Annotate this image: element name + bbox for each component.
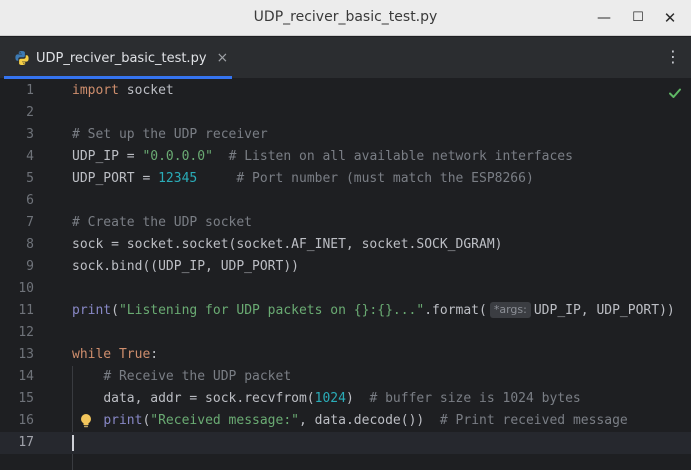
code-line-14[interactable]: 14 # Receive the UDP packet	[0, 366, 691, 388]
parameter-hint: *args:	[489, 302, 531, 318]
code-token: # Set up the UDP receiver	[72, 127, 268, 142]
code-token: while	[72, 347, 112, 362]
tab-close-icon[interactable]: ×	[217, 50, 229, 66]
code-text: print("Received message:", data.decode()…	[72, 410, 628, 432]
code-line-9[interactable]: 9 sock.bind((UDP_IP, UDP_PORT))	[0, 256, 691, 278]
code-token: )	[345, 391, 370, 406]
window-title: UDP_reciver_basic_test.py	[253, 9, 438, 25]
code-line-2[interactable]: 2	[0, 102, 691, 124]
lightbulb-icon[interactable]	[80, 413, 92, 429]
code-text: # Receive the UDP packet	[72, 366, 291, 388]
code-text: import socket	[72, 80, 174, 102]
code-line-11[interactable]: 11 print("Listening for UDP packets on {}…	[0, 300, 691, 322]
code-token: UDP_IP, UDP_PORT))	[533, 303, 675, 318]
line-number: 4	[26, 149, 34, 164]
code-token: data, addr = sock.recvfrom(	[103, 391, 315, 406]
line-number: 3	[26, 127, 34, 142]
code-line-1[interactable]: 1 import socket	[0, 80, 691, 102]
code-line-15[interactable]: 15 data, addr = sock.recvfrom(1024) # bu…	[0, 388, 691, 410]
code-token: # Create the UDP socket	[72, 215, 253, 230]
line-number: 5	[26, 171, 34, 186]
line-number: 14	[18, 369, 34, 384]
code-text: data, addr = sock.recvfrom(1024) # buffe…	[72, 388, 581, 410]
code-line-10[interactable]: 10	[0, 278, 691, 300]
line-number: 7	[26, 215, 34, 230]
code-token: "Received message:"	[150, 413, 299, 428]
code-token: import	[72, 83, 119, 98]
code-token: .format(	[424, 303, 487, 318]
code-token: 1024	[314, 391, 346, 406]
line-number: 10	[18, 281, 34, 296]
code-line-8[interactable]: 8 sock = socket.socket(socket.AF_INET, so…	[0, 234, 691, 256]
code-token: 12345	[158, 171, 198, 186]
window-titlebar: UDP_reciver_basic_test.py — ☐ ✕	[0, 0, 691, 36]
line-number: 13	[18, 347, 34, 362]
code-token: UDP_IP =	[72, 149, 143, 164]
active-tab-indicator	[4, 76, 232, 79]
code-line-3[interactable]: 3 # Set up the UDP receiver	[0, 124, 691, 146]
code-line-16[interactable]: 16 print("Received message:", data.decod…	[0, 410, 691, 432]
code-token: sock = socket.socket(socket.AF_INET, soc…	[72, 237, 503, 252]
line-number: 12	[18, 325, 34, 340]
text-caret	[72, 435, 74, 451]
code-token: UDP_PORT =	[72, 171, 159, 186]
editor-tab-bar: UDP_reciver_basic_test.py × ⋮	[0, 37, 691, 79]
code-token: # Receive the UDP packet	[103, 369, 292, 384]
minimize-button[interactable]: —	[592, 6, 616, 30]
tab-options-menu-icon[interactable]: ⋮	[665, 47, 681, 67]
code-token: # Print received message	[439, 413, 628, 428]
code-line-5[interactable]: 5 UDP_PORT = 12345 # Port number (must ma…	[0, 168, 691, 190]
code-text: sock.bind((UDP_IP, UDP_PORT))	[72, 256, 299, 278]
python-icon	[15, 51, 29, 65]
code-line-6[interactable]: 6	[0, 190, 691, 212]
line-number: 2	[26, 105, 34, 120]
code-token: :	[150, 347, 159, 362]
code-token: (	[111, 303, 119, 318]
code-text: while True:	[72, 344, 158, 366]
code-token: , data.decode())	[299, 413, 440, 428]
line-number: 16	[18, 413, 34, 428]
line-number: 9	[26, 259, 34, 274]
close-window-button[interactable]: ✕	[658, 6, 682, 30]
line-number: 1	[26, 83, 34, 98]
code-token: "0.0.0.0"	[142, 149, 213, 164]
code-line-17[interactable]: 17	[0, 432, 691, 454]
code-token: print	[103, 413, 143, 428]
code-text: print("Listening for UDP packets on {}:{…	[72, 300, 675, 322]
code-text: UDP_PORT = 12345 # Port number (must mat…	[72, 168, 534, 190]
tab-udp-reciver-basic-test[interactable]: UDP_reciver_basic_test.py ×	[0, 37, 232, 79]
code-line-13[interactable]: 13 while True:	[0, 344, 691, 366]
code-token: # Port number (must match the ESP8266)	[236, 171, 534, 186]
line-number: 6	[26, 193, 34, 208]
code-line-4[interactable]: 4 UDP_IP = "0.0.0.0" # Listen on all avai…	[0, 146, 691, 168]
code-text: sock = socket.socket(socket.AF_INET, soc…	[72, 234, 502, 256]
code-token: print	[72, 303, 112, 318]
line-number: 8	[26, 237, 34, 252]
code-text: # Create the UDP socket	[72, 212, 252, 234]
code-token: "Listening for UDP packets on {}:{}..."	[118, 303, 425, 318]
code-editor[interactable]: 1 import socket 2 3 # Set up the UDP receive…	[0, 80, 691, 470]
line-number: 15	[18, 391, 34, 406]
code-token: True	[118, 347, 151, 362]
check-icon[interactable]	[668, 86, 682, 100]
code-line-7[interactable]: 7 # Create the UDP socket	[0, 212, 691, 234]
code-text: # Set up the UDP receiver	[72, 124, 268, 146]
maximize-button[interactable]: ☐	[626, 6, 650, 30]
code-token: # buffer size is 1024 bytes	[369, 391, 581, 406]
tab-label: UDP_reciver_basic_test.py	[36, 50, 207, 66]
code-line-12[interactable]: 12	[0, 322, 691, 344]
code-token: sock.bind((UDP_IP, UDP_PORT))	[72, 259, 299, 274]
code-token: # Listen on all available network interf…	[228, 149, 573, 164]
line-number: 17	[18, 435, 34, 450]
line-number: 11	[18, 303, 34, 318]
code-text: UDP_IP = "0.0.0.0" # Listen on all avail…	[72, 146, 573, 168]
code-token: socket	[118, 83, 174, 98]
